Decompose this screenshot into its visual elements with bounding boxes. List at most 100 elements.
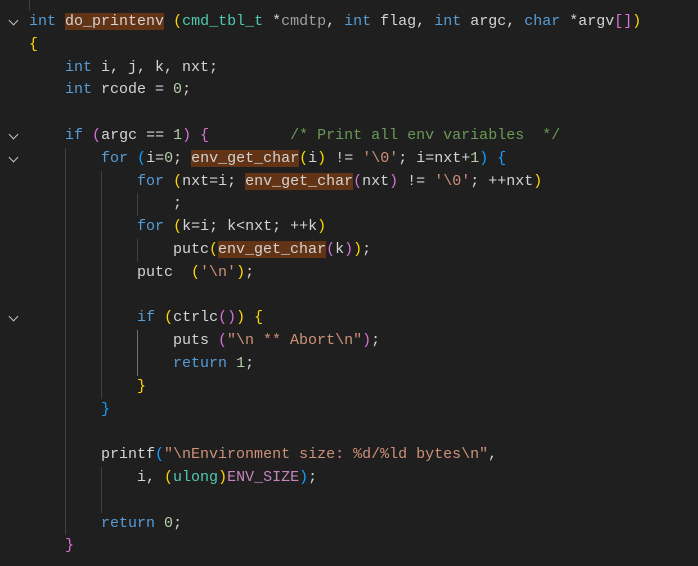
code-line[interactable]: for (nxt=i; env_get_char(nxt) != '\0'; +… [0, 171, 698, 194]
code-token: ( [173, 172, 183, 190]
code-text: int do_printenv (cmd_tbl_t *cmdtp, int f… [29, 11, 641, 34]
code-token: if [65, 126, 84, 144]
code-text: puts ("\n ** Abort\n"); [29, 330, 380, 353]
code-token: k [335, 240, 345, 258]
code-token: int [434, 13, 462, 30]
code-token: ENV_SIZE [227, 468, 300, 486]
code-token: ( [173, 218, 183, 236]
code-token: 0 [173, 81, 183, 99]
code-token: argc == [101, 126, 174, 144]
chevron-down-icon[interactable] [8, 129, 19, 140]
code-token: for [137, 172, 165, 190]
code-token: cmd_tbl_t [182, 13, 264, 30]
code-text: putc ('\n'); [29, 262, 254, 285]
code-token: ; [245, 263, 255, 281]
code-token: ( [92, 126, 102, 144]
code-text: } [29, 376, 146, 399]
code-line[interactable]: putc ('\n'); [0, 262, 698, 285]
code-line[interactable]: if (argc == 1) { /* Print all env variab… [0, 125, 698, 148]
code-token: ( [353, 172, 363, 190]
indent-guide [137, 193, 138, 217]
code-token: ; [308, 468, 318, 486]
code-token: int [29, 13, 57, 30]
code-line[interactable]: } [0, 535, 698, 558]
code-text: } [29, 399, 110, 422]
code-text: { [29, 34, 38, 57]
code-line[interactable]: return 0; [0, 513, 698, 536]
code-line[interactable]: ; [0, 193, 698, 216]
code-token: putc [29, 263, 192, 281]
code-line[interactable] [0, 490, 698, 513]
code-token: ) [317, 149, 327, 167]
code-token: /* Print all env variables */ [290, 126, 561, 144]
code-line[interactable]: for (i=0; env_get_char(i) != '\0'; i=nxt… [0, 148, 698, 171]
chevron-down-icon[interactable] [8, 152, 19, 163]
chevron-down-icon[interactable] [8, 311, 19, 322]
code-token: ( [191, 263, 201, 281]
code-line[interactable]: int i, j, k, nxt; [0, 57, 698, 80]
code-line[interactable]: { [0, 34, 698, 57]
code-line[interactable]: } [0, 376, 698, 399]
code-token: for [137, 218, 165, 236]
code-token: *argv [560, 13, 615, 30]
code-token: , [326, 13, 345, 30]
code-token: i, [29, 468, 165, 486]
code-line[interactable] [0, 285, 698, 308]
code-token: if [137, 309, 156, 327]
code-token: ( [218, 332, 228, 350]
code-token: printf [29, 446, 156, 464]
code-token: '\0' [434, 172, 471, 190]
code-line[interactable]: putc(env_get_char(k)); [0, 239, 698, 262]
code-line[interactable] [0, 421, 698, 444]
code-line[interactable]: return 1; [0, 353, 698, 376]
code-text: for (nxt=i; env_get_char(nxt) != '\0'; +… [29, 171, 542, 194]
code-token: } [65, 537, 75, 555]
code-line[interactable]: if (ctrlc()) { [0, 307, 698, 330]
indent-guide [29, 0, 30, 11]
code-token: ) [218, 468, 228, 486]
code-token: nxt=i; [182, 172, 246, 190]
code-token: * [263, 13, 282, 30]
code-line[interactable]: int rcode = 0; [0, 79, 698, 102]
code-token: ( [137, 149, 147, 167]
code-token: return [101, 514, 156, 532]
code-token: rcode = [92, 81, 174, 99]
code-text: return 1; [29, 353, 254, 376]
code-token: } [101, 400, 111, 418]
code-line[interactable]: puts ("\n ** Abort\n"); [0, 330, 698, 353]
code-token: ; [29, 195, 183, 213]
code-line[interactable] [0, 102, 698, 125]
code-text: for (k=i; k<nxt; ++k) [29, 216, 326, 239]
code-token: 1 [173, 126, 183, 144]
code-token: ( [299, 149, 309, 167]
code-text: int rcode = 0; [29, 79, 191, 102]
indent-guide [65, 147, 66, 536]
code-line[interactable]: for (k=i; k<nxt; ++k) [0, 216, 698, 239]
code-token: ) [236, 309, 246, 327]
code-text: return 0; [29, 513, 182, 536]
code-token: ) [362, 332, 372, 350]
code-token: ) [317, 218, 327, 236]
highlighted-token: env_get_char [191, 149, 300, 167]
code-line[interactable]: i, (ulong)ENV_SIZE); [0, 467, 698, 490]
code-line[interactable]: int do_printenv (cmd_tbl_t *cmdtp, int f… [0, 11, 698, 34]
code-token: ) [632, 13, 642, 30]
code-line[interactable]: printf("\nEnvironment size: %d/%ld bytes… [0, 444, 698, 467]
code-token: '\n' [200, 263, 237, 281]
code-editor[interactable]: int do_printenv (cmd_tbl_t *cmdtp, int f… [0, 11, 698, 558]
code-token: ; [371, 332, 381, 350]
code-token: '\0' [362, 149, 399, 167]
chevron-down-icon[interactable] [8, 15, 19, 26]
code-line[interactable]: } [0, 399, 698, 422]
code-token: 0 [164, 514, 174, 532]
